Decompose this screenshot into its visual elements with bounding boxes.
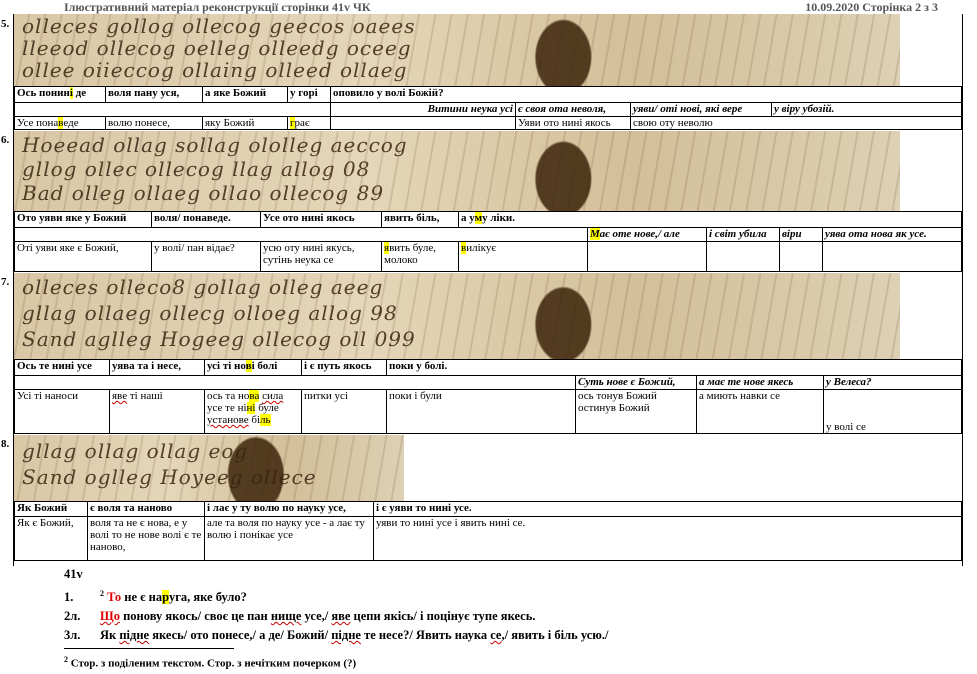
section-number-6: 6. [1, 134, 10, 146]
cell: Як Божий [14, 501, 88, 517]
cell: а має те нове якесь [696, 375, 824, 390]
cell: явить біль, [381, 211, 459, 228]
cell: грає [287, 116, 331, 130]
cell: і світ убила [706, 227, 780, 242]
cell: у Велеса? [823, 375, 962, 390]
cell: Витини неука усі [330, 102, 516, 117]
note-line-3: 3л. Як підне якесь/ ото понесе,/ а де/ Бо… [64, 628, 609, 643]
cell: у віру убозій. [771, 102, 962, 117]
header-title: Ілюстративний матеріал реконструкції сто… [64, 0, 371, 14]
cell: уява та і несе, [109, 359, 205, 376]
cell: поки у болі. [386, 359, 962, 376]
cell: Усе понаведе [14, 116, 106, 130]
cell: яве ті наші [109, 389, 205, 434]
cell: Має оте нове,/ але [587, 227, 707, 242]
cell: а миють навки се [696, 389, 824, 434]
cell: ось та нова сила усе те ніні буле устано… [204, 389, 302, 434]
cell: а уму ліки. [458, 211, 962, 228]
cell: у волі/ пан відає? [151, 241, 261, 272]
footnote-separator [64, 648, 234, 649]
cell: Уяви ото нині якось [515, 116, 631, 130]
note-line-2: 2л. Що понову якось/ своє це пан нище усе… [64, 609, 536, 624]
notes-title: 41v [64, 567, 83, 581]
footnote: 2 Стор. з поділеним текстом. Стор. з неч… [64, 655, 357, 670]
cell: а яке Божий [202, 86, 288, 103]
cell: і є путь якось [301, 359, 387, 376]
cell: оповило у волі Божій? [330, 86, 962, 103]
cell: Усе ото нині якось [260, 211, 382, 228]
cell: і є уяви то нині усе. [373, 501, 962, 517]
cell: воля та не є нова, е у волі то не нове в… [87, 516, 205, 561]
cell: явить буле, молоко [381, 241, 459, 272]
cell: у горі [287, 86, 331, 103]
section-number-8: 8. [1, 438, 10, 450]
note-line-1: 1. 2 То не є наруга, яке було? [64, 589, 247, 605]
manuscript-scan-8: gllag ollag ollag eog Sand oglleg Hoyeeg… [14, 435, 404, 501]
cell: вилікує [458, 241, 588, 272]
translation-table-5: Ось понині де воля пану уся, а яке Божий… [14, 86, 962, 130]
cell: Усі ті наноси [14, 389, 110, 434]
cell: воля/ понаведе. [151, 211, 261, 228]
section-number-7: 7. [1, 276, 10, 288]
page-header: Ілюстративний матеріал реконструкції сто… [64, 0, 964, 14]
translation-table-7: Ось те нині усе уява та і несе, усі ті н… [14, 359, 962, 434]
cell: усі ті нові болі [204, 359, 302, 376]
translation-table-6: Ото уяви яке у Божий воля/ понаведе. Усе… [14, 211, 962, 272]
cell: поки і були [386, 389, 576, 434]
frame-right-line [962, 14, 963, 566]
cell: є воля та наново [87, 501, 205, 517]
cell: яку Божий [202, 116, 288, 130]
cell: усю оту нині якусь, сутінь неука се [260, 241, 382, 272]
cell: уяви то нині усе і явить нині се. [373, 516, 962, 561]
cell: і лає у ту волю по науку усе, [204, 501, 374, 517]
cell: Ото уяви яке у Божий [14, 211, 152, 228]
section-number-5: 5. [1, 18, 10, 30]
cell: ось тонув Божий остинув Божий [575, 389, 697, 434]
manuscript-scan-7: olleces olleco8 gollag olleg aeeg gllag … [14, 273, 900, 359]
cell: уява ота нова як усе. [822, 227, 962, 242]
header-date-page: 10.09.2020 Сторінка 2 з 3 [805, 0, 938, 14]
cell: Ось понині де [14, 86, 106, 103]
cell: але та воля по науку усе - а лає ту волю… [204, 516, 374, 561]
manuscript-scan-5: olleces gollog ollecog geecos oaees llee… [14, 14, 900, 86]
cell: віри [779, 227, 823, 242]
cell: Оті уяви яке є Божий, [14, 241, 152, 272]
cell: у волі се [823, 389, 962, 434]
translation-table-8: Як Божий є воля та наново і лає у ту вол… [14, 501, 962, 561]
cell: Ось те нині усе [14, 359, 110, 376]
cell: воля пану уся, [105, 86, 203, 103]
cell: Як є Божий, [14, 516, 88, 561]
cell: уяви/ оті нові, які вере [630, 102, 772, 117]
cell: свою оту неволю [630, 116, 962, 130]
page-notes: 41v 1. 2 То не є наруга, яке було? 2л. Що … [64, 565, 608, 645]
manuscript-scan-6: Hoeead ollag sollag ololleg aeccog gllog… [14, 131, 900, 211]
cell: питки усі [301, 389, 387, 434]
cell: є своя ота неволя, [515, 102, 631, 117]
cell: Суть нове є Божий, [575, 375, 697, 390]
cell: волю понесе, [105, 116, 203, 130]
